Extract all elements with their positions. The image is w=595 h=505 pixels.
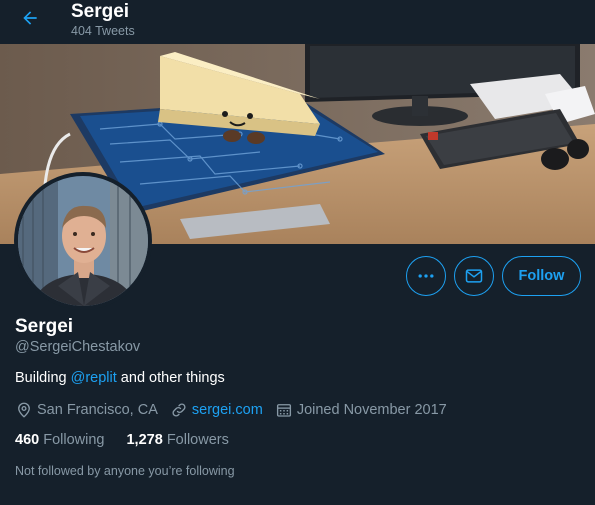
website-item: sergei.com <box>170 401 263 419</box>
bio-mention-link[interactable]: @replit <box>71 370 117 386</box>
back-button[interactable] <box>14 4 46 32</box>
followers-label: Followers <box>166 432 229 448</box>
tweet-count: 404 Tweets <box>71 24 135 38</box>
website-link[interactable]: sergei.com <box>192 402 263 418</box>
calendar-icon <box>276 404 291 417</box>
link-icon <box>172 403 186 417</box>
following-stat[interactable]: 460 Following <box>15 432 104 448</box>
avatar-image <box>18 176 148 306</box>
follow-button[interactable]: Follow <box>502 256 581 296</box>
followers-stat[interactable]: 1,278 Followers <box>126 432 228 448</box>
following-label: Following <box>43 432 105 448</box>
joined-item: Joined November 2017 <box>275 401 447 419</box>
avatar[interactable] <box>14 172 152 310</box>
profile-bio: Building @replit and other things <box>15 370 225 386</box>
profile-stats: 460 Following 1,278 Followers <box>15 432 251 448</box>
followed-by-note: Not followed by anyone you’re following <box>15 464 235 478</box>
envelope-icon <box>465 269 483 283</box>
following-count: 460 <box>15 432 40 448</box>
more-horizontal-icon <box>418 274 434 278</box>
header-title: Sergei <box>71 1 130 22</box>
bio-text-prefix: Building <box>15 370 71 386</box>
profile-name: Sergei <box>15 316 74 337</box>
location-text: San Francisco, CA <box>37 402 158 418</box>
location-pin-icon <box>18 402 30 418</box>
followers-count: 1,278 <box>126 432 163 448</box>
bio-text-suffix: and other things <box>116 370 225 386</box>
location-item: San Francisco, CA <box>15 401 158 419</box>
profile-meta: San Francisco, CA sergei.com Joined Nove… <box>15 400 459 420</box>
message-button[interactable] <box>454 256 494 296</box>
arrow-left-icon <box>23 11 37 25</box>
top-header: Sergei 404 Tweets <box>0 0 595 44</box>
more-button[interactable] <box>406 256 446 296</box>
profile-handle: @SergeiChestakov <box>15 339 141 355</box>
joined-text: Joined November 2017 <box>296 402 447 418</box>
